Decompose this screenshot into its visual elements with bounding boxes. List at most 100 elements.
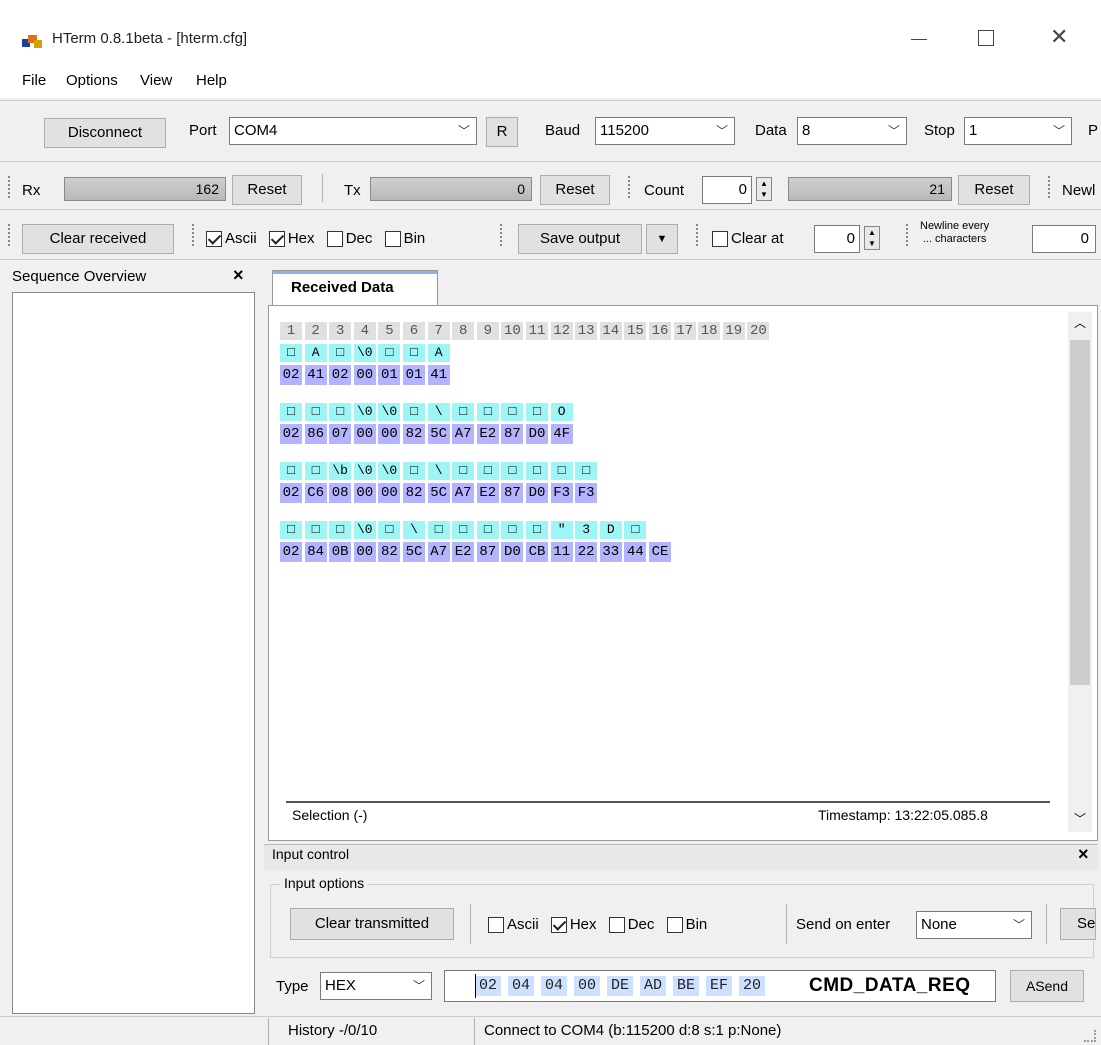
input-dec-checkbox[interactable]: Dec: [608, 916, 654, 934]
column-number: 12: [550, 322, 573, 340]
column-number: 16: [649, 322, 671, 340]
disconnect-button[interactable]: Disconnect: [44, 118, 166, 148]
scroll-down-icon[interactable]: ﹀: [1074, 810, 1086, 827]
ascii-cell: \: [403, 521, 425, 539]
maximize-icon[interactable]: [978, 30, 994, 46]
save-output-button[interactable]: Save output: [518, 224, 642, 254]
ascii-cell: □: [550, 462, 573, 480]
ascii-cell: □: [476, 403, 499, 421]
close-icon[interactable]: ✕: [1050, 24, 1068, 50]
input-control-close-icon[interactable]: ×: [1078, 844, 1089, 865]
clear-at-input[interactable]: 0: [814, 225, 860, 253]
clear-transmitted-button[interactable]: Clear transmitted: [290, 908, 454, 940]
resize-grip-icon[interactable]: [1084, 1030, 1096, 1042]
ascii-cell: □: [501, 403, 524, 421]
display-bin-checkbox[interactable]: Bin: [384, 230, 425, 248]
hex-cell: E2: [452, 542, 475, 562]
tx-label: Tx: [344, 182, 361, 199]
ascii-cell: □: [280, 462, 302, 480]
scroll-thumb[interactable]: [1070, 340, 1090, 685]
hex-cell: 02: [329, 365, 352, 385]
send-byte: 00: [574, 976, 600, 996]
ascii-cell: 3: [575, 521, 598, 539]
tx-reset-button[interactable]: Reset: [540, 175, 610, 205]
menu-help[interactable]: Help: [196, 72, 227, 89]
menu-file[interactable]: File: [22, 72, 46, 89]
ascii-cell: □: [575, 462, 598, 480]
refresh-ports-button[interactable]: R: [486, 117, 518, 147]
stop-bits-select[interactable]: 1 ﹀: [964, 117, 1072, 145]
hex-cell: A7: [452, 483, 475, 503]
ascii-cell: □: [476, 521, 499, 539]
tx-counter: 0: [370, 177, 532, 201]
display-dec-checkbox[interactable]: Dec: [326, 230, 372, 248]
chevron-down-icon: ﹀: [1012, 918, 1025, 932]
count-input[interactable]: 0: [702, 176, 752, 204]
hex-cell: 82: [378, 542, 401, 562]
column-number: 5: [378, 322, 401, 340]
ascii-cell: ": [550, 521, 573, 539]
input-ascii-checkbox[interactable]: Ascii: [488, 916, 539, 934]
send-byte: AD: [640, 976, 666, 996]
hex-cell: E2: [476, 483, 499, 503]
sequence-overview-close-icon[interactable]: ×: [233, 265, 244, 286]
data-bits-select[interactable]: 8 ﹀: [797, 117, 907, 145]
minimize-icon[interactable]: [905, 28, 935, 48]
send-on-enter-select[interactable]: None ﹀: [916, 911, 1032, 939]
count-gauge: 21: [788, 177, 952, 201]
column-number: 13: [575, 322, 598, 340]
menu-view[interactable]: View: [140, 72, 172, 89]
baud-label: Baud: [545, 122, 581, 139]
received-data-scrollbar[interactable]: ︿ ﹀: [1068, 312, 1092, 832]
column-number: 7: [427, 322, 450, 340]
received-data-panel: [268, 305, 1098, 841]
hex-cell: C6: [304, 483, 327, 503]
count-reset-button[interactable]: Reset: [958, 175, 1030, 205]
send-button[interactable]: Se: [1060, 908, 1096, 940]
ascii-cell: \0: [378, 462, 401, 480]
column-number: 10: [501, 322, 524, 340]
input-bin-checkbox[interactable]: Bin: [666, 916, 707, 934]
ascii-cell: \0: [353, 403, 376, 421]
save-output-dropdown[interactable]: ▼: [646, 224, 678, 254]
display-hex-checkbox[interactable]: Hex: [268, 230, 315, 248]
ascii-cell: □: [304, 521, 327, 539]
send-input-field[interactable]: 02 04 04 00 DE AD BE EF 20 CMD_DATA_REQ: [444, 970, 996, 1002]
scroll-up-icon[interactable]: ︿: [1074, 314, 1086, 331]
column-number: 20: [747, 322, 770, 340]
column-number: 18: [698, 322, 721, 340]
hex-cell: 00: [353, 365, 376, 385]
hex-cell: 87: [476, 542, 499, 562]
received-data-tab[interactable]: Received Data: [272, 270, 438, 306]
count-spinner[interactable]: ▲ ▼: [756, 177, 772, 201]
ascii-cell: \0: [378, 403, 401, 421]
newline-every-input[interactable]: 0: [1032, 225, 1096, 253]
ascii-cell: D: [599, 521, 622, 539]
baud-select[interactable]: 115200 ﹀: [595, 117, 735, 145]
column-number: 9: [476, 322, 499, 340]
ascii-cell: □: [526, 462, 548, 480]
hex-cell: 00: [378, 424, 401, 444]
display-ascii-checkbox[interactable]: Ascii: [206, 230, 257, 248]
caret-down-icon: ▼: [656, 233, 668, 245]
input-hex-checkbox[interactable]: Hex: [550, 916, 597, 934]
hex-cell: 41: [304, 365, 327, 385]
ascii-cell: □: [526, 521, 548, 539]
clear-received-button[interactable]: Clear received: [22, 224, 174, 254]
ascii-cell: □: [403, 403, 425, 421]
hex-cell: 5C: [427, 424, 450, 444]
port-select[interactable]: COM4 ﹀: [229, 117, 477, 145]
ascii-cell: □: [329, 521, 352, 539]
send-on-enter-label: Send on enter: [796, 916, 891, 933]
clear-at-checkbox[interactable]: Clear at: [712, 224, 784, 254]
ascii-cell: \: [427, 403, 450, 421]
selection-label: Selection (-): [292, 807, 368, 823]
port-label: Port: [189, 122, 217, 139]
type-select[interactable]: HEX ﹀: [320, 972, 432, 1000]
clear-at-spinner[interactable]: ▲ ▼: [864, 226, 880, 250]
input-format-checkboxes: Ascii Hex Dec Bin: [488, 910, 715, 940]
rx-reset-button[interactable]: Reset: [232, 175, 302, 205]
asend-button[interactable]: ASend: [1010, 970, 1084, 1002]
sequence-overview-list: [12, 292, 255, 1014]
menu-options[interactable]: Options: [66, 72, 118, 89]
